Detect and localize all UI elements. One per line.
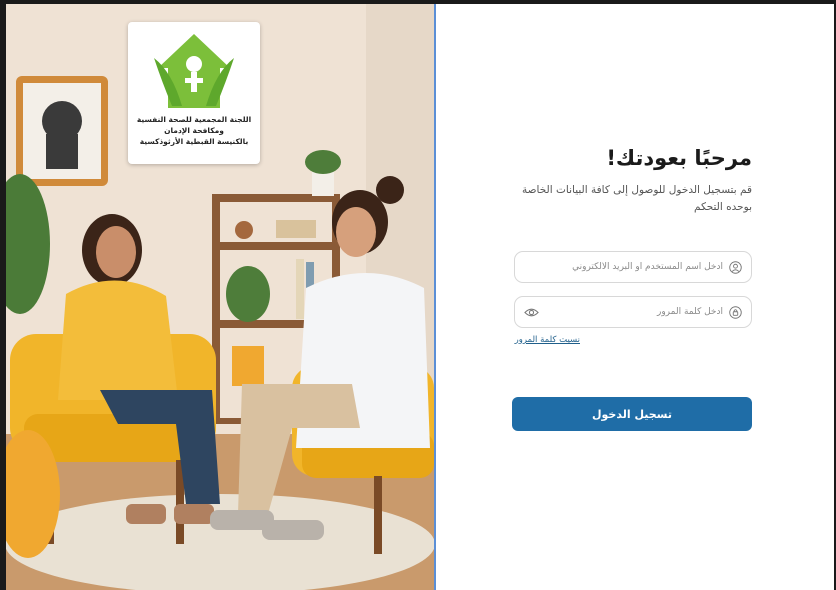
logo-emblem-icon [154,34,234,108]
login-panel: مرحبًا بعودتك! قم بتسجيل الدخول للوصول إ… [436,4,834,590]
lock-icon [729,306,742,319]
organization-logo: اللجنة المجمعية للصحة النفسية ومكافحة ال… [128,22,260,164]
page-subtitle: قم بتسجيل الدخول للوصول إلى كافة البيانا… [522,184,752,213]
username-input[interactable] [543,252,723,282]
logo-text-line-1: اللجنة المجمعية للصحة النفسية [136,115,252,124]
password-field[interactable] [514,296,752,328]
password-input[interactable] [543,297,723,327]
app-frame: اللجنة المجمعية للصحة النفسية ومكافحة ال… [6,4,834,590]
eye-icon[interactable] [524,306,539,319]
forgot-password-link[interactable]: نسيت كلمة المرور [515,335,580,345]
login-button[interactable]: تسجيل الدخول [512,397,752,431]
user-icon [729,261,742,274]
logo-text-line-2: ومكافحة الإدمان [164,126,224,135]
page-title: مرحبًا بعودتك! [606,146,752,170]
hero-illustration: اللجنة المجمعية للصحة النفسية ومكافحة ال… [6,4,436,590]
username-field[interactable] [514,251,752,283]
logo-text-line-3: بالكنيسة القبطية الأرثوذكسية [139,137,249,146]
